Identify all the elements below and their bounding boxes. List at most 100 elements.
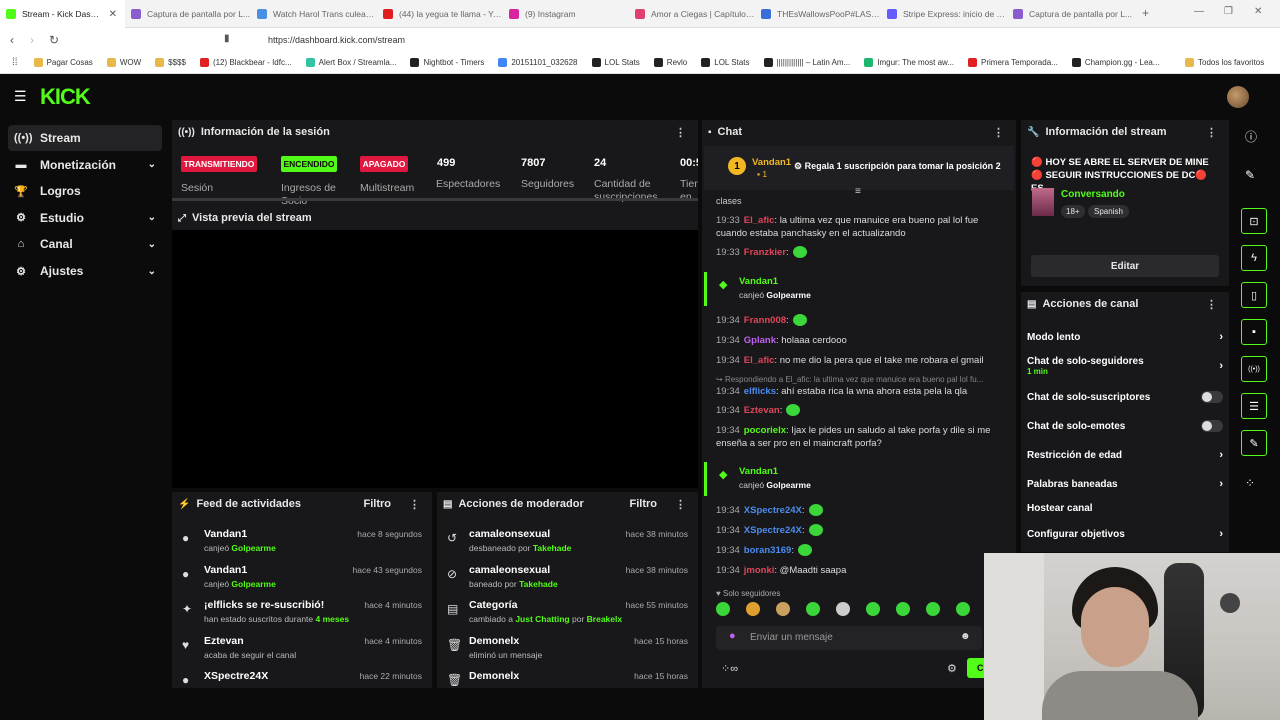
channel-action-item[interactable]: Hostear canal: [1027, 503, 1223, 514]
chat-username[interactable]: Franzkier: [744, 247, 786, 258]
emote-icon[interactable]: [746, 602, 760, 616]
browser-tab[interactable]: Amor a Ciegas | Capítulo ...: [629, 0, 755, 28]
chat-username[interactable]: pocorielx: [744, 425, 786, 436]
feed-row[interactable]: ⊘ camaleonsexual baneado por Takehade hace …: [437, 562, 698, 596]
bookmark-item[interactable]: Alert Box / Streamla...: [305, 58, 396, 67]
chat-message[interactable]: 19:34 pocorielx: Ijax le pides un saludo …: [716, 424, 1006, 450]
broadcast-icon[interactable]: ((•)): [1241, 356, 1267, 382]
toggle-switch[interactable]: [1201, 391, 1223, 403]
browser-tab[interactable]: Captura de pantalla por L...: [1007, 0, 1133, 28]
feed-row[interactable]: ↺ camaleonsexual desbaneado por Takehade ha…: [437, 526, 698, 560]
chat-message[interactable]: 19:34 Gplank: holaaa cerdooo: [716, 334, 1006, 347]
feed-row[interactable]: ● XSpectre24X hace 22 minutos: [172, 668, 432, 702]
stream-info-menu-icon[interactable]: ⋮: [1206, 126, 1217, 139]
channel-action-item[interactable]: Modo lento ›: [1027, 331, 1223, 343]
emote-picker-icon[interactable]: ☻: [960, 631, 971, 642]
chat-message[interactable]: 19:34 Frann008:: [716, 314, 1006, 327]
share-icon[interactable]: ⁘: [1245, 476, 1255, 490]
note-icon[interactable]: ▯: [1241, 282, 1267, 308]
chat-message[interactable]: 19:33 El_afic: la ultima vez que manuice …: [716, 214, 1006, 240]
chat-message[interactable]: 19:34 XSpectre24X:: [716, 504, 1006, 517]
mic-icon[interactable]: ●: [729, 630, 736, 642]
reload-icon[interactable]: ↻: [49, 33, 59, 47]
bookmark-item[interactable]: Revlo: [653, 58, 687, 67]
back-icon[interactable]: ‹: [10, 33, 14, 47]
channel-action-item[interactable]: Chat de solo-seguidores 1 min ›: [1027, 356, 1223, 376]
emote-icon[interactable]: [776, 602, 790, 616]
stats-scrollbar[interactable]: [172, 198, 698, 201]
sidebar-item-estudio[interactable]: ⚙ Estudio ⌄: [8, 205, 162, 231]
all-bookmarks[interactable]: Todos los favoritos: [1185, 58, 1264, 67]
sidebar-item-monetizacin[interactable]: ▬ Monetización ⌄: [8, 152, 162, 178]
mod-filter-button[interactable]: Filtro: [630, 498, 658, 510]
close-tab-icon[interactable]: ✕: [101, 9, 125, 20]
chat-menu-icon[interactable]: ⋮: [993, 126, 1004, 139]
close-window-icon[interactable]: ✕: [1254, 6, 1262, 17]
feed-row[interactable]: ● Vandan1 canjeó Golpearme hace 8 segundos: [172, 526, 432, 560]
chevron-down-icon[interactable]: ⌄: [148, 159, 156, 170]
bookmark-item[interactable]: Imgur: The most aw...: [864, 58, 954, 67]
emote-icon[interactable]: [866, 602, 880, 616]
mod-menu-icon[interactable]: ⋮: [675, 498, 686, 511]
bookmark-item[interactable]: Pagar Cosas: [33, 58, 93, 67]
chat-settings-icon[interactable]: ⚙: [947, 662, 957, 675]
browser-tab[interactable]: Watch Harol Trans culead...: [251, 0, 377, 28]
chevron-right-icon[interactable]: ›: [1219, 478, 1223, 490]
chevron-down-icon[interactable]: ⌄: [148, 239, 156, 250]
chevron-right-icon[interactable]: ›: [1219, 331, 1223, 343]
stream-category[interactable]: Conversando: [1061, 189, 1125, 200]
bookmark-item[interactable]: $$$$: [155, 58, 186, 67]
layers-icon[interactable]: ☰: [1241, 393, 1267, 419]
emote-icon[interactable]: [926, 602, 940, 616]
forward-icon[interactable]: ›: [30, 33, 34, 47]
bookmark-item[interactable]: ||||||||||||| – Latin Am...: [763, 58, 850, 67]
feed-filter-button[interactable]: Filtro: [364, 498, 392, 510]
toggle-switch[interactable]: [1201, 420, 1223, 432]
channel-action-item[interactable]: Palabras baneadas ›: [1027, 478, 1223, 490]
browser-tab[interactable]: Stripe Express: inicio de se...: [881, 0, 1007, 28]
channel-action-item[interactable]: Chat de solo-emotes: [1027, 420, 1223, 432]
chevron-right-icon[interactable]: ›: [1219, 360, 1223, 372]
emote-icon[interactable]: [836, 602, 850, 616]
chat-username[interactable]: jmonki: [744, 565, 775, 576]
sidebar-item-ajustes[interactable]: ⚙ Ajustes ⌄: [8, 258, 162, 284]
bookmark-item[interactable]: (12) Blackbear - Idfc...: [199, 58, 292, 67]
browser-tab[interactable]: Captura de pantalla por L...: [125, 0, 251, 28]
bookmark-item[interactable]: Nightbot - Timers: [410, 58, 484, 67]
feed-row[interactable]: 🗑 Demonelx hace 15 horas: [437, 668, 698, 702]
sidebar-item-logros[interactable]: 🏆 Logros: [8, 178, 162, 204]
chat-icon[interactable]: ▪: [1241, 319, 1267, 345]
stream-preview-video[interactable]: [172, 230, 698, 488]
session-menu-icon[interactable]: ⋮: [675, 126, 686, 139]
emote-icon[interactable]: [956, 602, 970, 616]
feed-row[interactable]: ▤ Categoría cambiado a Just Chatting por B…: [437, 597, 698, 631]
emote-icon[interactable]: [806, 602, 820, 616]
apps-icon[interactable]: ⁞⁞: [12, 57, 18, 68]
chat-username[interactable]: XSpectre24X: [744, 525, 802, 536]
chat-username[interactable]: elflicks: [744, 386, 776, 397]
new-tab-icon[interactable]: +: [1142, 6, 1149, 20]
channel-actions-menu-icon[interactable]: ⋮: [1206, 298, 1217, 311]
collapse-icon[interactable]: ≡: [855, 186, 861, 197]
chat-username[interactable]: Frann008: [744, 315, 786, 326]
chevron-down-icon[interactable]: ⌄: [148, 266, 156, 277]
chevron-down-icon[interactable]: ⌄: [148, 212, 156, 223]
chat-username[interactable]: El_afic: [744, 355, 775, 366]
scan-icon[interactable]: ⊡: [1241, 208, 1267, 234]
sidebar-item-stream[interactable]: ((•)) Stream: [8, 125, 162, 151]
bookmark-item[interactable]: LOL Stats: [591, 58, 640, 67]
sidebar-item-canal[interactable]: ⌂ Canal ⌄: [8, 231, 162, 257]
feed-row[interactable]: ● Vandan1 canjeó Golpearme hace 43 segundos: [172, 562, 432, 596]
bookmark-item[interactable]: Primera Temporada...: [968, 58, 1058, 67]
address-bar[interactable]: https://dashboard.kick.com/stream: [240, 31, 960, 49]
user-avatar[interactable]: [1227, 86, 1249, 108]
bookmark-item[interactable]: 20151101_032628: [498, 58, 578, 67]
wrench-icon[interactable]: ✎: [1241, 430, 1267, 456]
maximize-icon[interactable]: ❐: [1224, 6, 1233, 17]
emote-icon[interactable]: [896, 602, 910, 616]
chat-username[interactable]: boran3169: [744, 545, 792, 556]
browser-tab[interactable]: (9) Instagram: [503, 0, 629, 28]
chat-message[interactable]: 19:34 Eztevan:: [716, 404, 1006, 417]
edit-button[interactable]: Editar: [1031, 255, 1219, 277]
bookmark-item[interactable]: WOW: [106, 58, 141, 67]
